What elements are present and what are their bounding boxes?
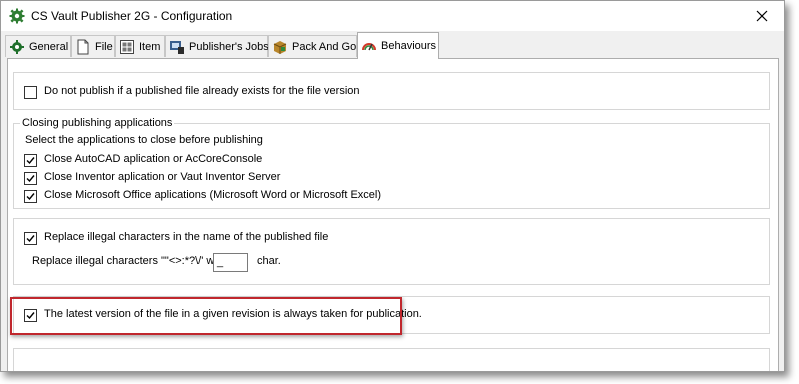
tab-label: Item [139,40,161,53]
checkmark-icon [26,175,35,183]
title-bar: CS Vault Publisher 2G - Configuration [1,1,784,31]
tab-label: File [95,40,113,53]
closing-instruction: Select the applications to close before … [25,134,263,146]
close-office-label: Close Microsoft Office aplications (Micr… [44,189,382,201]
gear-icon [10,39,24,54]
replacement-char-input[interactable]: _ [213,253,248,272]
app-gear-icon [9,8,25,24]
close-icon [756,10,768,22]
close-inventor-checkbox[interactable] [24,172,37,185]
file-icon [77,39,89,54]
behaviours-icon [362,43,376,51]
jobs-icon [170,40,184,54]
char-suffix-label: char. [257,255,281,267]
close-autocad-checkbox[interactable] [24,154,37,167]
tab-publishers-jobs[interactable]: Publisher's Jobs [165,35,269,57]
replace-illegal-checkbox[interactable] [24,232,37,245]
item-grid-icon [120,39,134,54]
tab-general[interactable]: General [5,35,71,57]
close-autocad-label: Close AutoCAD aplication or AcCoreConsol… [44,153,263,165]
tab-label: Pack And Go [292,40,357,53]
no-publish-existing-label: Do not publish if a published file alrea… [44,85,360,97]
illegal-characters-group: Replace illegal characters in the name o… [13,218,770,285]
close-inventor-label: Close Inventor aplication or Vaut Invent… [44,171,281,183]
close-office-checkbox[interactable] [24,190,37,203]
additional-options-group [13,348,770,371]
tab-label: General [29,40,69,53]
tab-pack-and-go[interactable]: Pack And Go [268,35,357,57]
checkmark-icon [26,193,35,201]
configuration-window: CS Vault Publisher 2G - Configuration Ge… [0,0,785,372]
window-title: CS Vault Publisher 2G - Configuration [31,9,233,23]
tab-item[interactable]: Item [115,35,165,57]
closing-applications-group: Closing publishing applications Select t… [13,117,770,209]
tab-strip: General File Item Publisher's Jobs Pack … [1,31,784,59]
replace-characters-text: Replace illegal characters ""<>:*?\/' wi… [32,255,226,267]
tab-file[interactable]: File [71,35,115,57]
package-icon [273,40,287,54]
publish-options-group: Do not publish if a published file alrea… [13,72,770,110]
checkmark-icon [26,157,35,165]
checkmark-icon [26,235,35,243]
tab-behaviours[interactable]: Behaviours [357,32,439,59]
no-publish-existing-checkbox[interactable] [24,86,37,99]
tab-label: Publisher's Jobs [189,40,269,53]
tab-label: Behaviours [381,40,437,52]
highlight-frame [10,297,402,335]
replace-illegal-label: Replace illegal characters in the name o… [44,231,329,243]
close-button[interactable] [740,1,784,31]
closing-group-legend: Closing publishing applications [20,117,175,129]
